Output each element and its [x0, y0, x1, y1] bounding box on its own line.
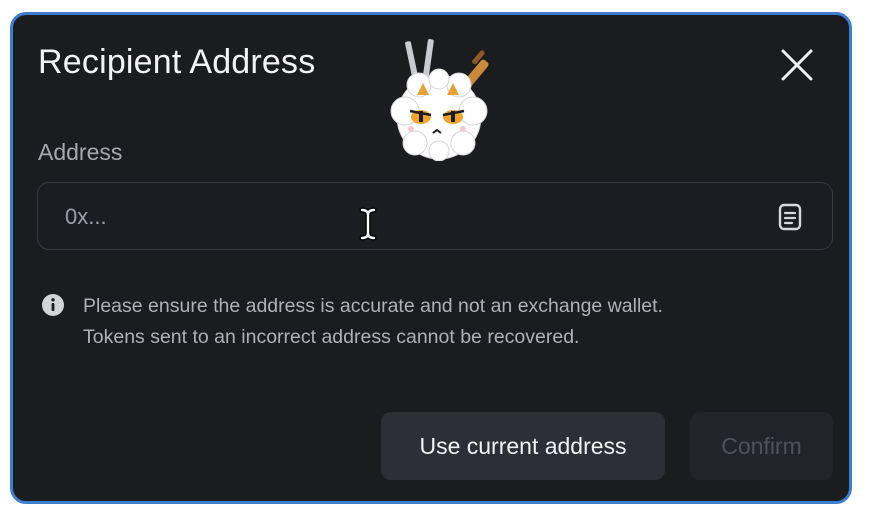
paste-button[interactable]	[777, 203, 803, 231]
dialog-frame: Recipient Address Address 0x... Please e…	[10, 12, 852, 504]
warning-line-2: Tokens sent to an incorrect address cann…	[83, 326, 580, 348]
use-current-address-button[interactable]: Use current address	[381, 412, 665, 480]
recipient-address-dialog: Recipient Address Address 0x... Please e…	[13, 15, 849, 501]
address-label: Address	[38, 139, 123, 165]
address-field	[37, 182, 833, 251]
close-button[interactable]	[779, 47, 815, 83]
dialog-title: Recipient Address	[38, 43, 316, 81]
warning-line-1: Please ensure the address is accurate an…	[83, 295, 663, 317]
close-icon	[781, 49, 813, 81]
clipboard-paste-icon	[778, 203, 802, 231]
info-icon	[42, 294, 64, 316]
confirm-button[interactable]: Confirm	[690, 412, 833, 480]
text-cursor-icon	[359, 207, 377, 241]
mascot-icon	[390, 39, 489, 161]
address-input[interactable]	[63, 183, 757, 251]
